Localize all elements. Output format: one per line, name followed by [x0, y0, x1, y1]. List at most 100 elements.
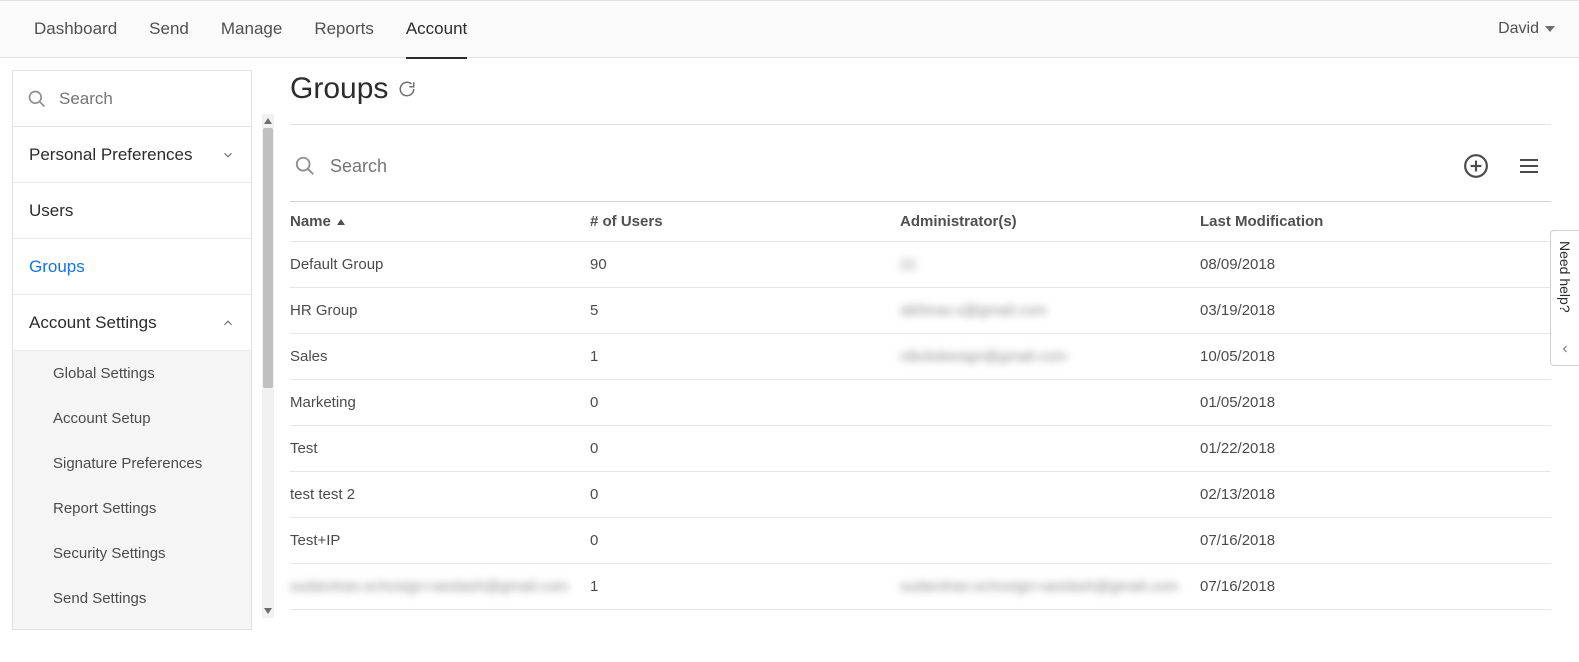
nav-label: Reports	[314, 19, 374, 39]
add-button[interactable]	[1463, 153, 1489, 179]
cell-name: Test+IP	[290, 532, 590, 549]
sidebar-item-label: Account Settings	[29, 313, 157, 333]
cell-users: 5	[590, 302, 900, 319]
help-label: Need help?	[1557, 241, 1573, 313]
sidebar-sub-label: Send Settings	[53, 590, 146, 607]
top-nav-left: Dashboard Send Manage Reports Account	[18, 0, 483, 58]
cell-name: Default Group	[290, 256, 590, 273]
main-layout: Personal Preferences Users Groups Accoun…	[0, 58, 1579, 662]
scrollbar-thumb[interactable]	[263, 128, 273, 388]
table-row[interactable]: Test+IP0 07/16/2018	[290, 518, 1551, 564]
nav-send[interactable]: Send	[133, 0, 205, 58]
content-area: Groups	[260, 58, 1579, 662]
cell-modified: 07/16/2018	[1200, 578, 1551, 595]
search-icon	[294, 155, 316, 177]
sidebar-sub-label: Account Setup	[53, 410, 151, 427]
nav-account[interactable]: Account	[390, 0, 483, 58]
cell-users: 90	[590, 256, 900, 273]
sidebar-sub-label: Report Settings	[53, 500, 156, 517]
cell-users: 1	[590, 348, 900, 365]
cell-users: 0	[590, 532, 900, 549]
table-header: Name # of Users Administrator(s) Last Mo…	[290, 202, 1551, 242]
column-header-modified[interactable]: Last Modification	[1200, 213, 1551, 230]
cell-name: HR Group	[290, 302, 590, 319]
nav-dashboard[interactable]: Dashboard	[18, 0, 133, 58]
scroll-up-icon[interactable]	[264, 116, 272, 126]
page-title: Groups	[290, 72, 388, 106]
cell-name: Marketing	[290, 394, 590, 411]
sidebar-scrollbar[interactable]	[262, 114, 274, 618]
cell-users: 0	[590, 394, 900, 411]
nav-manage[interactable]: Manage	[205, 0, 298, 58]
sidebar: Personal Preferences Users Groups Accoun…	[12, 70, 252, 630]
table-row[interactable]: Test0 01/22/2018	[290, 426, 1551, 472]
column-header-name[interactable]: Name	[290, 213, 590, 230]
cell-modified: 10/05/2018	[1200, 348, 1551, 365]
cell-modified: 01/22/2018	[1200, 440, 1551, 457]
sidebar-nav: Personal Preferences Users Groups Accoun…	[13, 127, 251, 630]
sort-ascending-icon	[337, 219, 345, 225]
column-header-label: # of Users	[590, 213, 663, 230]
sidebar-sub-signature-preferences[interactable]: Signature Preferences	[13, 441, 251, 486]
toolbar-actions	[1463, 153, 1551, 179]
cell-users: 1	[590, 578, 900, 595]
help-tab[interactable]: Need help?	[1550, 230, 1579, 366]
sidebar-search[interactable]	[13, 71, 251, 127]
cell-modified: 01/05/2018	[1200, 394, 1551, 411]
top-nav: Dashboard Send Manage Reports Account Da…	[0, 0, 1579, 58]
sidebar-item-users[interactable]: Users	[13, 183, 251, 239]
cell-admin: nikolobesign@gmail.com	[900, 348, 1200, 365]
cell-modified: 08/09/2018	[1200, 256, 1551, 273]
sidebar-sub-label: Global Settings	[53, 365, 155, 382]
cell-users: 0	[590, 486, 900, 503]
sidebar-sub-message-templates[interactable]: Message Templates	[13, 621, 251, 630]
sidebar-sub-send-settings[interactable]: Send Settings	[13, 576, 251, 621]
refresh-icon[interactable]	[398, 80, 416, 98]
sidebar-item-groups[interactable]: Groups	[13, 239, 251, 295]
cell-admin: sudarshan.echosign+aeslash@gmail.com	[900, 578, 1200, 595]
chevron-up-icon	[221, 316, 235, 330]
nav-label: Manage	[221, 19, 282, 39]
page-header: Groups	[290, 72, 1551, 125]
nav-label: Send	[149, 19, 189, 39]
sidebar-sub-report-settings[interactable]: Report Settings	[13, 486, 251, 531]
column-header-users[interactable]: # of Users	[590, 213, 900, 230]
column-header-label: Name	[290, 213, 331, 230]
table-row[interactable]: HR Group5abhinav.s@gmail.com03/19/2018	[290, 288, 1551, 334]
chevron-left-icon	[1559, 343, 1571, 355]
scroll-down-icon[interactable]	[264, 606, 272, 616]
menu-icon[interactable]	[1517, 154, 1541, 178]
column-header-admins[interactable]: Administrator(s)	[900, 213, 1200, 230]
sidebar-sub-label: Security Settings	[53, 545, 166, 562]
sidebar-sub-account-setup[interactable]: Account Setup	[13, 396, 251, 441]
sidebar-sub-security-settings[interactable]: Security Settings	[13, 531, 251, 576]
cell-name: Sales	[290, 348, 590, 365]
search-icon	[27, 89, 47, 109]
cell-users: 0	[590, 440, 900, 457]
user-menu[interactable]: David	[1498, 20, 1561, 38]
table-row[interactable]: test test 2002/13/2018	[290, 472, 1551, 518]
sidebar-search-input[interactable]	[59, 89, 252, 109]
table-row[interactable]: Default Group902108/09/2018	[290, 242, 1551, 288]
table-search[interactable]	[290, 155, 630, 177]
sidebar-container: Personal Preferences Users Groups Accoun…	[0, 58, 260, 662]
table-row[interactable]: Sales1nikolobesign@gmail.com10/05/2018	[290, 334, 1551, 380]
sidebar-subnav-account-settings: Global Settings Account Setup Signature …	[13, 351, 251, 630]
sidebar-item-label: Groups	[29, 257, 85, 277]
table-row[interactable]: sudarshan.echosign+aeslash@gmail.com1sud…	[290, 564, 1551, 610]
sidebar-sub-label: Signature Preferences	[53, 455, 202, 472]
table-search-input[interactable]	[330, 156, 630, 177]
sidebar-sub-global-settings[interactable]: Global Settings	[13, 351, 251, 396]
table-row[interactable]: Marketing0 01/05/2018	[290, 380, 1551, 426]
sidebar-item-personal-preferences[interactable]: Personal Preferences	[13, 127, 251, 183]
nav-reports[interactable]: Reports	[298, 0, 390, 58]
sidebar-item-account-settings[interactable]: Account Settings	[13, 295, 251, 351]
chevron-down-icon	[221, 148, 235, 162]
groups-table: Name # of Users Administrator(s) Last Mo…	[290, 201, 1551, 610]
cell-modified: 03/19/2018	[1200, 302, 1551, 319]
cell-name: Test	[290, 440, 590, 457]
cell-modified: 07/16/2018	[1200, 532, 1551, 549]
nav-label: Account	[406, 19, 467, 39]
sidebar-item-label: Personal Preferences	[29, 145, 192, 165]
cell-modified: 02/13/2018	[1200, 486, 1551, 503]
